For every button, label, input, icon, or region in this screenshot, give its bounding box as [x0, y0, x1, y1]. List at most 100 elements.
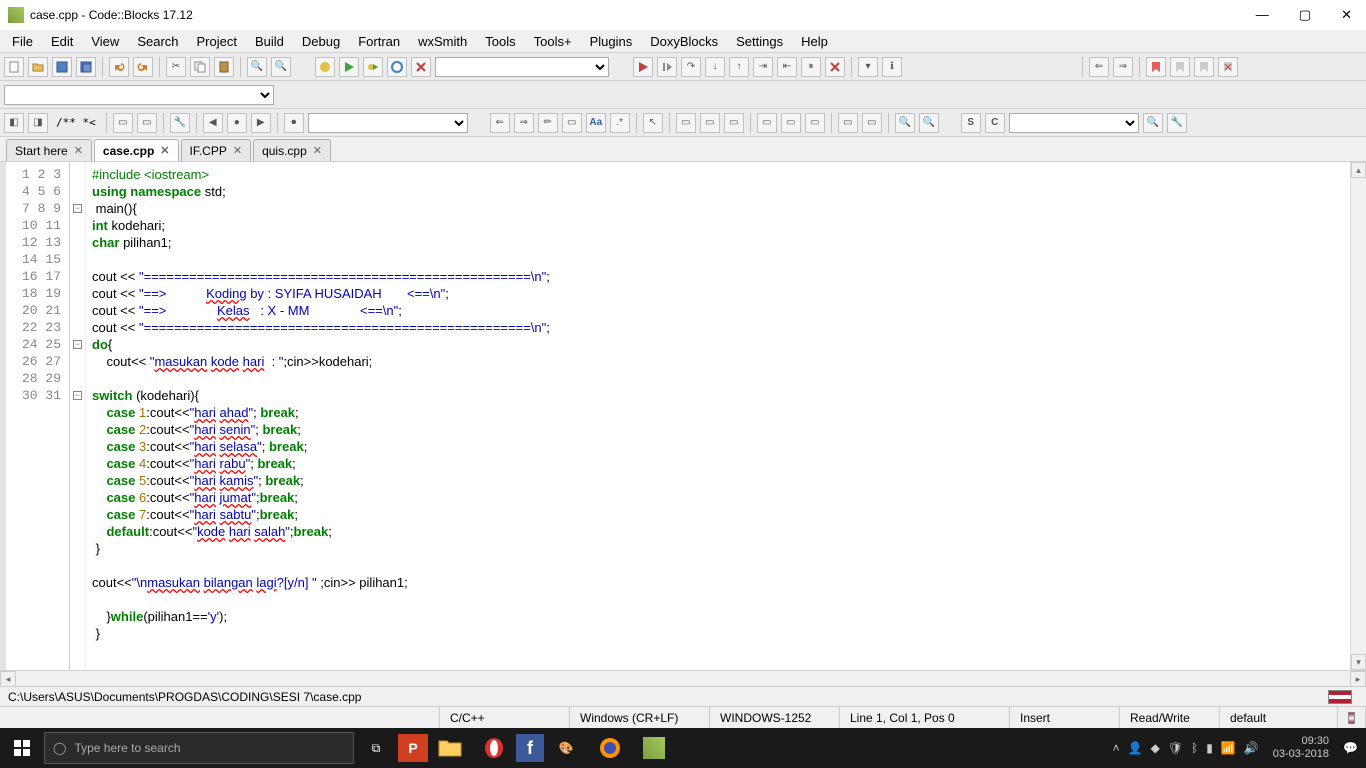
nav-dot-icon[interactable]: ● [227, 113, 247, 133]
people-icon[interactable]: 👤 [1128, 741, 1143, 755]
doxy-block-icon[interactable]: ◧ [4, 113, 24, 133]
taskview-icon[interactable]: ⧉ [354, 728, 398, 768]
step-over-icon[interactable]: ↷ [681, 57, 701, 77]
tray-app-icon[interactable]: ◆ [1151, 741, 1160, 755]
step-into-icon[interactable]: ↓ [705, 57, 725, 77]
record-macro-icon[interactable]: ⏺ [284, 113, 304, 133]
build-icon[interactable] [315, 57, 335, 77]
scope-combo[interactable] [4, 85, 274, 105]
match-case-icon[interactable]: Aa [586, 113, 606, 133]
nav-back-icon[interactable]: ⇐ [1089, 57, 1109, 77]
save-icon[interactable] [52, 57, 72, 77]
tray-bluetooth-icon[interactable]: ᛒ [1191, 741, 1198, 755]
search-go-icon[interactable]: 🔍 [1143, 113, 1163, 133]
find-icon[interactable]: 🔍 [247, 57, 267, 77]
taskbar-clock[interactable]: 09:30 03-03-2018 [1267, 735, 1335, 761]
menu-tools[interactable]: Tools [477, 32, 523, 51]
break-icon[interactable]: ⏸ [801, 57, 821, 77]
box4-icon[interactable]: ▭ [757, 113, 777, 133]
undo-icon[interactable] [109, 57, 129, 77]
box6-icon[interactable]: ▭ [805, 113, 825, 133]
box3-icon[interactable]: ▭ [724, 113, 744, 133]
cscope-combo[interactable] [1009, 113, 1139, 133]
save-all-icon[interactable] [76, 57, 96, 77]
volume-icon[interactable]: 🔊 [1244, 741, 1259, 755]
fold-gutter[interactable]: − − − [70, 162, 86, 670]
nav-next-icon[interactable]: ▶ [251, 113, 271, 133]
tab-if-cpp[interactable]: IF.CPP✕ [181, 139, 252, 161]
code-editor[interactable]: 1 2 3 4 5 6 7 8 9 10 11 12 13 14 15 16 1… [0, 162, 1366, 670]
bookmark-toggle-icon[interactable] [1146, 57, 1166, 77]
box8-icon[interactable]: ▭ [862, 113, 882, 133]
powerpoint-icon[interactable]: P [398, 734, 428, 762]
tray-shield-icon[interactable]: 🛡 [1168, 741, 1183, 755]
wifi-icon[interactable]: 📶 [1221, 741, 1236, 755]
step-into-instr-icon[interactable]: ⇤ [777, 57, 797, 77]
doxy-html-icon[interactable]: ▭ [137, 113, 157, 133]
paint-icon[interactable]: 🎨 [544, 728, 588, 768]
redo-icon[interactable] [133, 57, 153, 77]
horizontal-scrollbar[interactable]: ◂ ▸ [0, 670, 1366, 686]
tab-start-here[interactable]: Start here✕ [6, 139, 92, 161]
copy-icon[interactable] [190, 57, 210, 77]
s-button[interactable]: S [961, 113, 981, 133]
paste-icon[interactable] [214, 57, 234, 77]
step-instr-icon[interactable]: ⇥ [753, 57, 773, 77]
menu-plugins[interactable]: Plugins [582, 32, 641, 51]
regex-icon[interactable]: .* [610, 113, 630, 133]
c-button[interactable]: C [985, 113, 1005, 133]
scroll-left-icon[interactable]: ◂ [0, 671, 16, 687]
code-content[interactable]: #include <iostream>using namespace std; … [86, 162, 1366, 670]
close-icon[interactable]: ✕ [160, 144, 169, 157]
zoom-out-icon[interactable]: 🔍 [919, 113, 939, 133]
arrow-right-icon[interactable]: ⇒ [514, 113, 534, 133]
doxy-extract-icon[interactable]: ▭ [113, 113, 133, 133]
arrow-left-icon[interactable]: ⇐ [490, 113, 510, 133]
menu-file[interactable]: File [4, 32, 41, 51]
menu-wxsmith[interactable]: wxSmith [410, 32, 475, 51]
debug-info-icon[interactable]: ℹ [882, 57, 902, 77]
bookmark-prev-icon[interactable] [1170, 57, 1190, 77]
select-word-icon[interactable]: ▭ [562, 113, 582, 133]
close-icon[interactable]: ✕ [313, 144, 322, 157]
facebook-icon[interactable]: f [516, 734, 544, 762]
stop-debug-icon[interactable] [825, 57, 845, 77]
tray-battery-icon[interactable]: ▮ [1206, 741, 1213, 755]
abort-icon[interactable] [411, 57, 431, 77]
vertical-scrollbar[interactable]: ▴ ▾ [1350, 162, 1366, 670]
build-run-icon[interactable] [363, 57, 383, 77]
menu-settings[interactable]: Settings [728, 32, 791, 51]
close-icon[interactable]: ✕ [233, 144, 242, 157]
menu-doxyblocks[interactable]: DoxyBlocks [642, 32, 726, 51]
wrench2-icon[interactable]: 🔧 [1167, 113, 1187, 133]
file-explorer-icon[interactable] [428, 728, 472, 768]
build-target-combo[interactable] [435, 57, 609, 77]
close-button[interactable]: ✕ [1335, 7, 1358, 23]
box7-icon[interactable]: ▭ [838, 113, 858, 133]
menu-fortran[interactable]: Fortran [350, 32, 408, 51]
step-out-icon[interactable]: ↑ [729, 57, 749, 77]
box5-icon[interactable]: ▭ [781, 113, 801, 133]
rebuild-icon[interactable] [387, 57, 407, 77]
tab-quis-cpp[interactable]: quis.cpp✕ [253, 139, 331, 161]
nav-fwd-icon[interactable]: ⇒ [1113, 57, 1133, 77]
macro-combo[interactable] [308, 113, 468, 133]
tray-up-icon[interactable]: ˄ [1113, 741, 1120, 755]
menu-debug[interactable]: Debug [294, 32, 348, 51]
zoom-in-icon[interactable]: 🔍 [895, 113, 915, 133]
taskbar-search[interactable]: ◯ Type here to search [44, 732, 354, 764]
debug-continue-icon[interactable] [657, 57, 677, 77]
menu-build[interactable]: Build [247, 32, 292, 51]
box2-icon[interactable]: ▭ [700, 113, 720, 133]
box1-icon[interactable]: ▭ [676, 113, 696, 133]
notifications-icon[interactable]: 💬 [1343, 741, 1358, 755]
minimize-button[interactable]: — [1250, 7, 1275, 23]
codeblocks-taskbar-icon[interactable] [632, 728, 676, 768]
menu-view[interactable]: View [83, 32, 127, 51]
replace-icon[interactable]: 🔍 [271, 57, 291, 77]
scroll-down-icon[interactable]: ▾ [1351, 654, 1366, 670]
scroll-right-icon[interactable]: ▸ [1350, 671, 1366, 687]
highlighter-icon[interactable]: ✏ [538, 113, 558, 133]
run-icon[interactable] [339, 57, 359, 77]
doxy-wrench-icon[interactable]: 🔧 [170, 113, 190, 133]
